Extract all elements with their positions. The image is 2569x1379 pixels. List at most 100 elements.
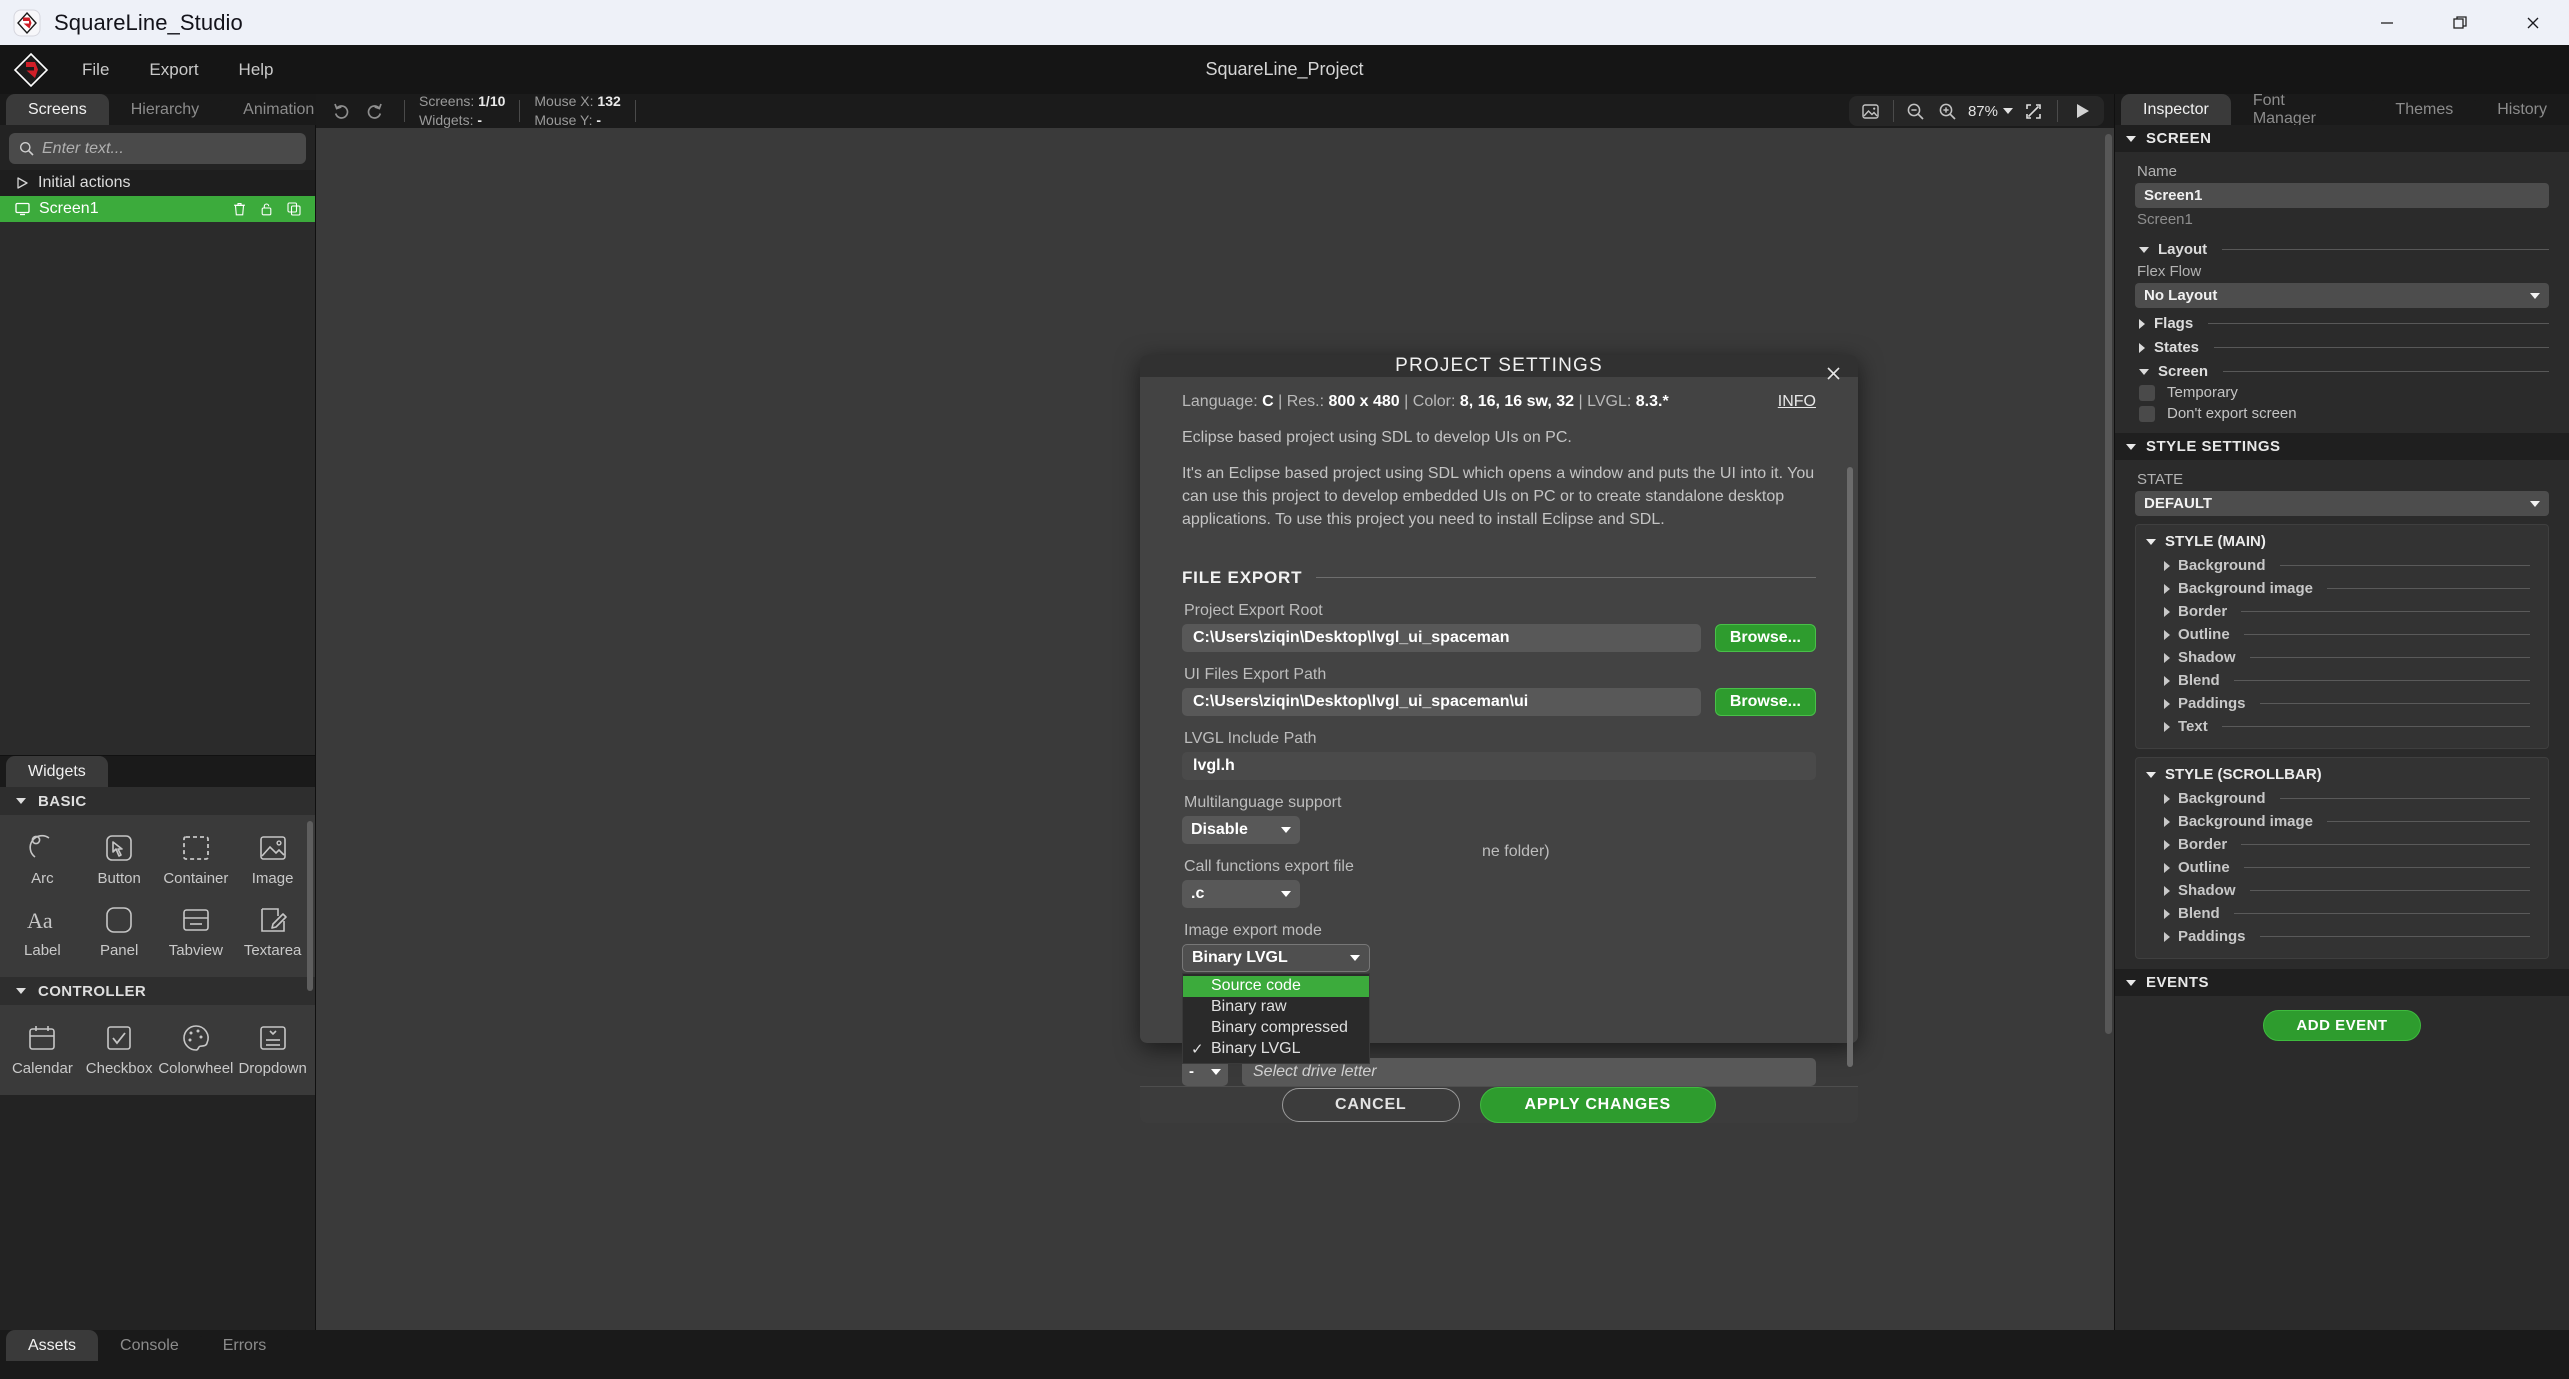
- search-box[interactable]: [9, 133, 306, 164]
- style-scrollbar-header[interactable]: STYLE (SCROLLBAR): [2136, 766, 2548, 783]
- tab-history[interactable]: History: [2475, 94, 2569, 125]
- style-prop-blend[interactable]: Blend: [2136, 669, 2548, 692]
- temporary-checkbox-row[interactable]: Temporary: [2139, 384, 2549, 401]
- menu-item-help[interactable]: Help: [219, 54, 294, 86]
- zoom-level-dropdown[interactable]: 87%: [1964, 103, 2017, 120]
- screen-name-input[interactable]: Screen1: [2135, 183, 2549, 208]
- widget-tabview[interactable]: Tabview: [158, 895, 235, 967]
- image-icon[interactable]: [1855, 96, 1887, 126]
- widget-colorwheel[interactable]: Colorwheel: [158, 1013, 235, 1085]
- style-prop-outline[interactable]: Outline: [2136, 623, 2548, 646]
- dialog-scrollbar[interactable]: [1847, 467, 1853, 1067]
- style-prop-text[interactable]: Text: [2136, 715, 2548, 738]
- info-link[interactable]: INFO: [1778, 393, 1816, 411]
- scrollbar-prop-background-image[interactable]: Background image: [2136, 810, 2548, 833]
- scrollbar-prop-background[interactable]: Background: [2136, 787, 2548, 810]
- state-select[interactable]: DEFAULT: [2135, 491, 2549, 516]
- canvas-vertical-scrollbar[interactable]: [2105, 134, 2112, 1034]
- search-input[interactable]: [42, 139, 296, 158]
- trash-icon[interactable]: [233, 202, 246, 216]
- cancel-button[interactable]: CANCEL: [1282, 1087, 1460, 1122]
- lvgl-include-path-input[interactable]: lvgl.h: [1182, 751, 1816, 780]
- tab-themes[interactable]: Themes: [2373, 94, 2476, 125]
- dont-export-screen-checkbox-row[interactable]: Don't export screen: [2139, 405, 2549, 422]
- widgets-scrollbar[interactable]: [307, 821, 313, 991]
- apply-changes-button[interactable]: APPLY CHANGES: [1479, 1086, 1716, 1123]
- redo-icon[interactable]: [358, 96, 390, 126]
- project-description-short: Eclipse based project using SDL to devel…: [1182, 429, 1572, 446]
- lock-icon[interactable]: [260, 202, 273, 216]
- widget-image[interactable]: Image: [234, 823, 311, 895]
- widget-dropdown[interactable]: Dropdown: [234, 1013, 311, 1085]
- tree-row-screen1[interactable]: Screen1: [0, 196, 315, 222]
- menu-item-export[interactable]: Export: [129, 54, 218, 86]
- tab-assets[interactable]: Assets: [6, 1330, 99, 1361]
- image-export-mode-select[interactable]: Binary LVGL: [1182, 943, 1370, 972]
- option-source-code[interactable]: Source code: [1183, 975, 1369, 997]
- stdio-drive-value: -: [1189, 1063, 1194, 1081]
- option-binary-raw[interactable]: Binary raw: [1183, 997, 1369, 1018]
- tab-console[interactable]: Console: [98, 1330, 201, 1361]
- zoom-in-icon[interactable]: [1932, 96, 1964, 126]
- flex-flow-select[interactable]: No Layout: [2135, 283, 2549, 308]
- widget-checkbox[interactable]: Checkbox: [81, 1013, 158, 1085]
- ui-files-export-input[interactable]: C:\Users\ziqin\Desktop\lvgl_ui_spaceman\…: [1182, 687, 1701, 716]
- add-event-button[interactable]: ADD EVENT: [2263, 1010, 2421, 1041]
- scrollbar-prop-border[interactable]: Border: [2136, 833, 2548, 856]
- states-subsection-header[interactable]: States: [2139, 339, 2549, 356]
- chevron-down-icon: [16, 798, 26, 804]
- layout-subsection-header[interactable]: Layout: [2139, 241, 2549, 258]
- scrollbar-prop-outline[interactable]: Outline: [2136, 856, 2548, 879]
- ui-files-export-browse-button[interactable]: Browse...: [1714, 687, 1816, 716]
- widget-button[interactable]: Button: [81, 823, 158, 895]
- style-prop-background[interactable]: Background: [2136, 554, 2548, 577]
- duplicate-icon[interactable]: [287, 202, 301, 216]
- widget-panel[interactable]: Panel: [81, 895, 158, 967]
- events-section-header[interactable]: EVENTS: [2115, 969, 2569, 996]
- screen-section-header[interactable]: SCREEN: [2115, 125, 2569, 152]
- fit-screen-icon[interactable]: [2017, 96, 2049, 126]
- prop-divider: [2279, 565, 2530, 566]
- widget-group-controller-header[interactable]: CONTROLLER: [0, 977, 315, 1005]
- project-export-root-browse-button[interactable]: Browse...: [1714, 623, 1816, 652]
- widget-textarea[interactable]: Textarea: [234, 895, 311, 967]
- project-export-root-input[interactable]: C:\Users\ziqin\Desktop\lvgl_ui_spaceman: [1182, 623, 1701, 652]
- tab-hierarchy[interactable]: Hierarchy: [108, 94, 222, 125]
- tree-row-initial-actions[interactable]: Initial actions: [0, 170, 315, 196]
- screen-subsection-header[interactable]: Screen: [2139, 363, 2549, 380]
- widget-arc[interactable]: Arc: [4, 823, 81, 895]
- tab-inspector[interactable]: Inspector: [2121, 94, 2231, 125]
- style-prop-shadow[interactable]: Shadow: [2136, 646, 2548, 669]
- call-functions-select[interactable]: .c: [1182, 879, 1300, 908]
- flags-subsection-header[interactable]: Flags: [2139, 315, 2549, 332]
- style-settings-header[interactable]: STYLE SETTINGS: [2115, 433, 2569, 460]
- play-icon[interactable]: [2066, 96, 2098, 126]
- checkbox-icon[interactable]: [2139, 405, 2155, 422]
- style-main-header[interactable]: STYLE (MAIN): [2136, 533, 2548, 550]
- undo-icon[interactable]: [326, 96, 358, 126]
- scrollbar-prop-blend[interactable]: Blend: [2136, 902, 2548, 925]
- style-prop-paddings[interactable]: Paddings: [2136, 692, 2548, 715]
- tab-screens[interactable]: Screens: [6, 94, 109, 125]
- widget-container[interactable]: Container: [158, 823, 235, 895]
- widget-label-w[interactable]: Aa Label: [4, 895, 81, 967]
- style-prop-background-image[interactable]: Background image: [2136, 577, 2548, 600]
- widget-group-basic-header[interactable]: BASIC: [0, 787, 315, 815]
- style-prop-border[interactable]: Border: [2136, 600, 2548, 623]
- maximize-icon[interactable]: [2423, 0, 2496, 45]
- close-icon[interactable]: [2496, 0, 2569, 45]
- minimize-icon[interactable]: [2350, 0, 2423, 45]
- zoom-out-icon[interactable]: [1900, 96, 1932, 126]
- tab-widgets[interactable]: Widgets: [6, 756, 108, 787]
- widget-calendar[interactable]: Calendar: [4, 1013, 81, 1085]
- scrollbar-prop-paddings[interactable]: Paddings: [2136, 925, 2548, 948]
- option-binary-lvgl[interactable]: ✓ Binary LVGL: [1183, 1039, 1369, 1060]
- scrollbar-prop-shadow[interactable]: Shadow: [2136, 879, 2548, 902]
- design-canvas[interactable]: PROJECT SETTINGS Language: C | Res.: 800…: [316, 128, 2114, 1330]
- menu-item-file[interactable]: File: [62, 54, 129, 86]
- option-binary-compressed[interactable]: Binary compressed: [1183, 1018, 1369, 1039]
- multilanguage-select[interactable]: Disable: [1182, 815, 1300, 844]
- tab-errors[interactable]: Errors: [200, 1330, 289, 1361]
- tab-font-manager[interactable]: Font Manager: [2230, 92, 2374, 127]
- checkbox-icon[interactable]: [2139, 384, 2155, 401]
